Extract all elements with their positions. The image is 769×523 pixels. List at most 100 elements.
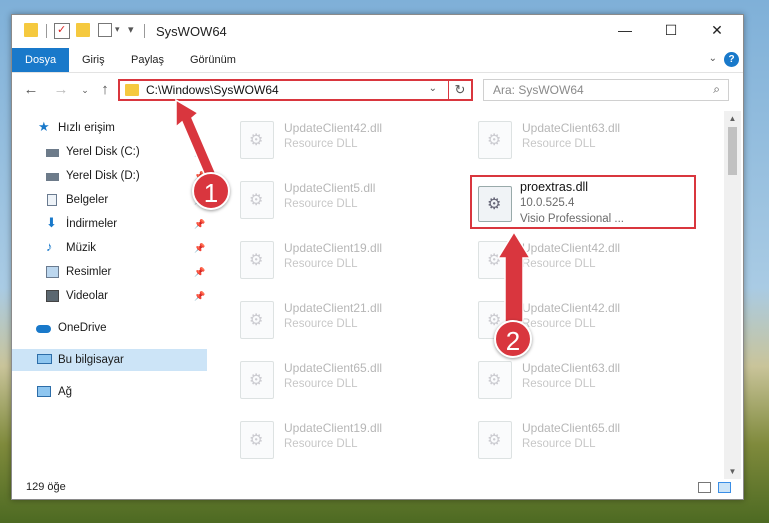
- file-name: proextras.dll: [520, 180, 589, 194]
- nav-item-label: Ağ: [58, 386, 73, 398]
- chevron-down-icon[interactable]: ⌄: [429, 83, 437, 94]
- vertical-scrollbar[interactable]: ▲ ▼: [724, 111, 741, 479]
- nav-item-network[interactable]: Ağ: [12, 381, 207, 403]
- list-item[interactable]: UpdateClient19.dll Resource DLL: [234, 235, 460, 283]
- nav-item-label: Yerel Disk (D:): [66, 170, 140, 182]
- nav-item-videos[interactable]: Videolar 📌: [12, 285, 207, 307]
- scrollbar-thumb[interactable]: [728, 127, 737, 175]
- file-name: UpdateClient42.dll: [284, 121, 383, 135]
- search-input[interactable]: Ara: SysWOW64 ⌕: [483, 79, 729, 101]
- tab-file[interactable]: Dosya: [12, 48, 70, 72]
- search-icon[interactable]: ⌕: [713, 82, 720, 97]
- dll-file-icon: [478, 361, 512, 399]
- tab-share[interactable]: Paylaş: [123, 48, 172, 72]
- folder-icon: [125, 84, 139, 96]
- file-name: UpdateClient19.dll: [284, 421, 383, 435]
- nav-item-label: Bu bilgisayar: [58, 354, 124, 366]
- nav-item-downloads[interactable]: ⬇ İndirmeler 📌: [12, 213, 207, 235]
- file-name: UpdateClient42.dll: [522, 241, 621, 255]
- expand-ribbon-icon[interactable]: ⌄: [709, 53, 717, 64]
- drive-icon: [46, 149, 59, 157]
- address-bar[interactable]: C:\Windows\SysWOW64 ⌄ ↻: [118, 79, 473, 101]
- separator: [144, 24, 145, 38]
- details-view-icon[interactable]: [698, 482, 711, 493]
- navigation-bar: ← → ⌄ ↑ C:\Windows\SysWOW64 ⌄ ↻ Ara: Sys…: [12, 73, 743, 107]
- documents-icon: [47, 194, 57, 206]
- music-icon: ♪: [46, 239, 53, 254]
- file-description: Resource DLL: [522, 318, 596, 330]
- nav-item-disk-c[interactable]: Yerel Disk (C:) 📌: [12, 141, 207, 163]
- list-item[interactable]: UpdateClient63.dll Resource DLL: [472, 115, 698, 163]
- pin-icon[interactable]: 📌: [194, 261, 205, 283]
- tab-view[interactable]: Görünüm: [182, 48, 244, 72]
- dll-file-icon: [240, 421, 274, 459]
- list-item[interactable]: UpdateClient65.dll Resource DLL: [234, 355, 460, 403]
- file-description: Resource DLL: [522, 138, 596, 150]
- dll-file-icon: [240, 361, 274, 399]
- list-item[interactable]: UpdateClient19.dll Resource DLL: [234, 415, 460, 463]
- close-button[interactable]: ✕: [694, 15, 740, 46]
- forward-button[interactable]: →: [52, 81, 70, 99]
- title-bar: ▾ ▾ SysWOW64 — ☐ ✕: [12, 15, 743, 48]
- chevron-down-icon[interactable]: ▾: [115, 24, 120, 35]
- maximize-button[interactable]: ☐: [648, 15, 694, 46]
- nav-item-pictures[interactable]: Resimler 📌: [12, 261, 207, 283]
- dll-file-icon: [478, 121, 512, 159]
- refresh-button[interactable]: ↻: [448, 81, 471, 99]
- nav-item-this-pc[interactable]: Bu bilgisayar: [12, 349, 207, 371]
- drive-icon: [46, 173, 59, 181]
- large-icons-view-icon[interactable]: [718, 482, 731, 493]
- file-description: Resource DLL: [522, 258, 596, 270]
- dll-file-icon: [478, 421, 512, 459]
- nav-item-label: OneDrive: [58, 322, 107, 334]
- pin-icon[interactable]: 📌: [194, 141, 205, 163]
- file-description: Resource DLL: [522, 378, 596, 390]
- list-item[interactable]: UpdateClient42.dll Resource DLL: [472, 235, 698, 283]
- nav-item-quick-access[interactable]: ★ Hızlı erişim: [12, 117, 207, 139]
- separator: [46, 24, 47, 38]
- properties-icon[interactable]: [54, 23, 70, 39]
- scroll-up-icon[interactable]: ▲: [724, 111, 741, 126]
- file-name: UpdateClient5.dll: [284, 181, 376, 195]
- nav-item-label: Müzik: [66, 242, 97, 254]
- explorer-window: ▾ ▾ SysWOW64 — ☐ ✕ Dosya Giriş Paylaş Gö…: [11, 14, 744, 500]
- nav-item-music[interactable]: ♪ Müzik 📌: [12, 237, 207, 259]
- file-description: Resource DLL: [284, 138, 358, 150]
- scroll-down-icon[interactable]: ▼: [724, 464, 741, 479]
- list-item[interactable]: UpdateClient63.dll Resource DLL: [472, 355, 698, 403]
- nav-item-documents[interactable]: Belgeler 📌: [12, 189, 207, 211]
- help-icon[interactable]: ?: [724, 52, 739, 67]
- recent-locations-button[interactable]: ⌄: [76, 81, 94, 99]
- tab-home[interactable]: Giriş: [74, 48, 113, 72]
- list-item[interactable]: UpdateClient42.dll Resource DLL: [234, 115, 460, 163]
- minimize-button[interactable]: —: [602, 15, 648, 46]
- up-button[interactable]: ↑: [96, 81, 114, 99]
- status-bar: 129 öğe: [12, 478, 743, 499]
- customize-toolbar-icon[interactable]: ▾: [128, 23, 134, 36]
- nav-item-label: İndirmeler: [66, 218, 118, 230]
- nav-item-disk-d[interactable]: Yerel Disk (D:) 📌: [12, 165, 207, 187]
- back-button[interactable]: ←: [22, 81, 40, 99]
- file-name: UpdateClient63.dll: [522, 121, 621, 135]
- list-item[interactable]: UpdateClient5.dll Resource DLL: [234, 175, 460, 223]
- pin-icon[interactable]: 📌: [194, 285, 205, 307]
- pin-icon[interactable]: 📌: [194, 237, 205, 259]
- list-item[interactable]: UpdateClient21.dll Resource DLL: [234, 295, 460, 343]
- video-icon: [46, 290, 59, 302]
- file-description: Resource DLL: [522, 438, 596, 450]
- file-description: Resource DLL: [284, 318, 358, 330]
- selected-file-item[interactable]: proextras.dll 10.0.525.4 Visio Professio…: [470, 175, 696, 229]
- nav-item-label: Resimler: [66, 266, 112, 278]
- file-list: UpdateClient42.dll Resource DLL UpdateCl…: [208, 111, 723, 479]
- new-folder-icon[interactable]: [76, 23, 90, 37]
- pin-icon[interactable]: 📌: [194, 213, 205, 235]
- window-title: SysWOW64: [156, 24, 227, 39]
- nav-item-onedrive[interactable]: OneDrive: [12, 317, 207, 339]
- view-icon[interactable]: [98, 23, 112, 37]
- computer-icon: [37, 354, 52, 364]
- star-icon: ★: [38, 119, 50, 134]
- file-description: Resource DLL: [284, 198, 358, 210]
- file-description: Visio Professional ...: [520, 213, 624, 225]
- address-path[interactable]: C:\Windows\SysWOW64: [146, 83, 279, 97]
- list-item[interactable]: UpdateClient65.dll Resource DLL: [472, 415, 698, 463]
